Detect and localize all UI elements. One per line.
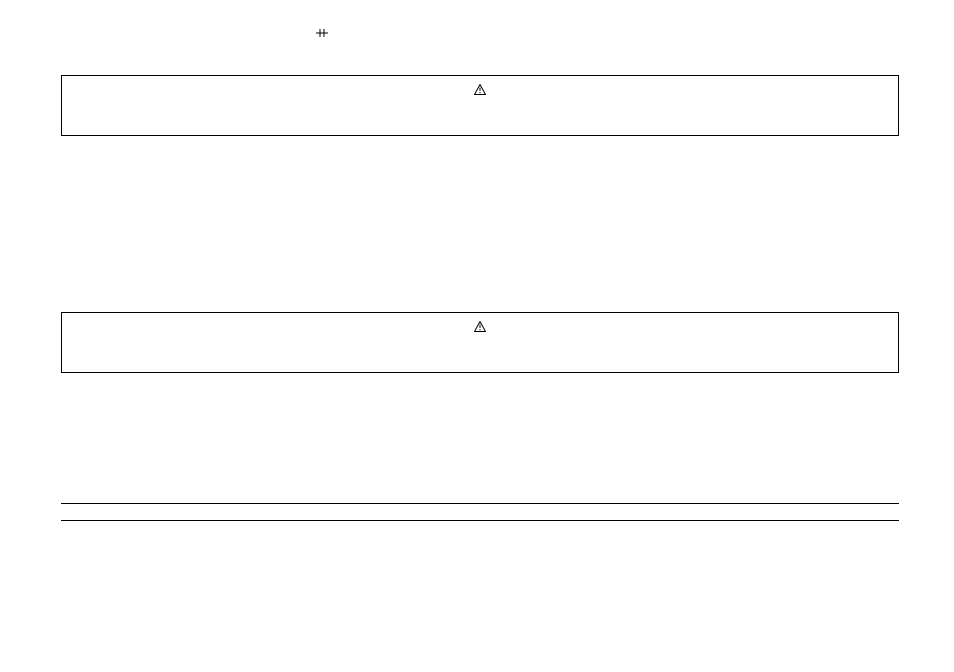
crop-mark-icon (316, 27, 328, 39)
warning-triangle-icon (474, 84, 486, 95)
warning-box-2 (61, 312, 899, 373)
horizontal-rule-2 (61, 520, 899, 521)
horizontal-rule-1 (61, 503, 899, 504)
warning-triangle-icon (474, 321, 486, 332)
warning-box-1 (61, 75, 899, 136)
page-content (61, 0, 899, 521)
